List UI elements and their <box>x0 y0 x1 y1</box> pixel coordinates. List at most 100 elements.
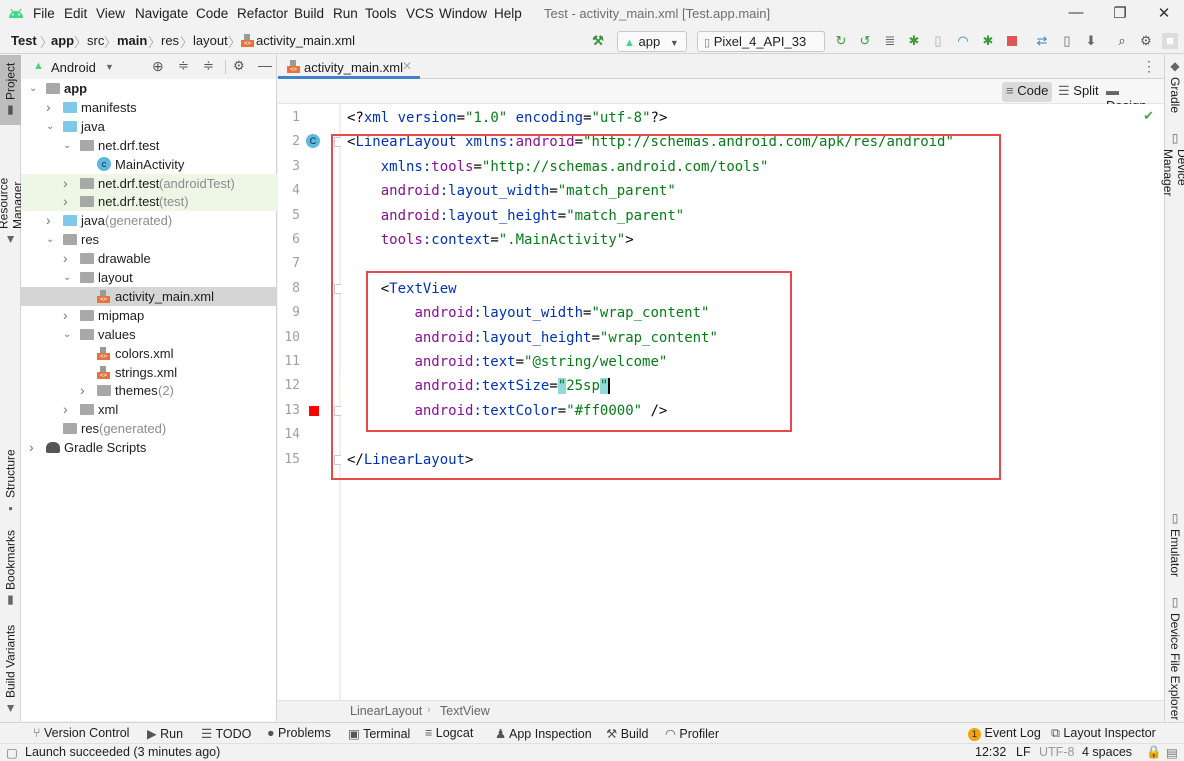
line-number[interactable]: 10 <box>278 326 300 350</box>
tw-event-log[interactable]: 1 Event Log <box>968 726 1041 741</box>
line-number[interactable]: 1 <box>278 106 300 130</box>
expand-all-icon[interactable]: ≑ <box>178 58 189 74</box>
project-view-select[interactable]: Android <box>51 60 96 75</box>
tw-problems[interactable]: ● Problems <box>267 726 331 740</box>
hammer-icon[interactable]: ⚒ <box>590 33 606 49</box>
minimize-button[interactable]: — <box>1066 4 1086 24</box>
lock-icon[interactable]: 🔒 <box>1146 745 1162 760</box>
tree-item[interactable]: › drawable <box>21 249 277 268</box>
chevron-down-icon[interactable]: ▼ <box>105 62 114 72</box>
tree-item[interactable]: › manifests <box>21 98 277 117</box>
tw-profiler[interactable]: ◠ Profiler <box>665 726 719 741</box>
tree-item[interactable]: colors.xml <box>21 344 277 363</box>
tree-item[interactable]: ⌄ net.drf.test <box>21 136 277 155</box>
chevron-down-icon[interactable]: ⌄ <box>63 325 73 344</box>
locate-icon[interactable]: ⊕ <box>152 58 164 75</box>
chevron-right-icon[interactable]: › <box>80 381 90 400</box>
line-number[interactable]: 5 <box>278 204 300 228</box>
tree-item[interactable]: c MainActivity <box>21 155 277 174</box>
tw-todo[interactable]: ☰ TODO <box>201 726 251 741</box>
tree-item[interactable]: › mipmap <box>21 306 277 325</box>
code-mode-button[interactable]: ≡ Code <box>1002 82 1053 102</box>
tab-build-variants[interactable]: ▲ Build Variants <box>0 620 21 720</box>
tw-terminal[interactable]: ▣ Terminal <box>348 726 410 741</box>
more-options-icon[interactable]: ⋮ <box>1142 58 1156 75</box>
breadcrumb-file[interactable]: activity_main.xml <box>256 33 355 48</box>
hide-panel-icon[interactable]: — <box>258 57 272 73</box>
tree-item[interactable]: activity_main.xml <box>21 286 277 306</box>
status-toggle-icon[interactable]: ▢ <box>6 745 18 760</box>
menu-file[interactable]: File <box>33 6 55 21</box>
gear-icon[interactable]: ⚙ <box>233 58 245 74</box>
line-number[interactable]: 15 <box>278 448 300 472</box>
indent-setting[interactable]: 4 spaces <box>1082 745 1132 759</box>
chevron-right-icon[interactable]: › <box>63 174 73 193</box>
tree-item[interactable]: › net.drf.test (androidTest) <box>21 173 277 193</box>
chevron-right-icon[interactable]: › <box>29 438 39 457</box>
menu-window[interactable]: Window <box>439 6 487 21</box>
tree-item[interactable]: ⌄ app <box>21 79 277 98</box>
line-number[interactable]: 6 <box>278 228 300 252</box>
line-number[interactable]: 7 <box>278 252 300 276</box>
chevron-right-icon[interactable]: › <box>63 192 73 211</box>
breadcrumb-linearlayout[interactable]: LinearLayout <box>350 704 422 718</box>
debug-attach-icon[interactable]: ✱ <box>980 33 996 49</box>
tab-bookmarks[interactable]: ▮ Bookmarks <box>0 530 21 608</box>
line-number[interactable]: 9 <box>278 301 300 325</box>
settings-icon[interactable]: ⚙ <box>1138 33 1154 49</box>
caret-position[interactable]: 12:32 <box>975 745 1006 759</box>
code-line[interactable]: <?xml version="1.0" encoding="utf-8"?> <box>347 106 667 130</box>
close-window-button[interactable]: ✕ <box>1154 4 1174 24</box>
chevron-right-icon[interactable]: › <box>63 249 73 268</box>
line-number[interactable]: 13 <box>278 399 300 423</box>
account-icon[interactable]: ■ <box>1162 33 1178 49</box>
breadcrumb-layout[interactable]: layout <box>193 33 228 48</box>
menu-view[interactable]: View <box>96 6 125 21</box>
tree-item[interactable]: strings.xml <box>21 363 277 382</box>
tab-resource-manager[interactable]: ▲ Resource Manager <box>0 127 25 247</box>
line-separator[interactable]: LF <box>1016 745 1031 759</box>
tree-item[interactable]: › net.drf.test (test) <box>21 192 277 212</box>
inspection-ok-icon[interactable]: ✔ <box>1143 108 1154 124</box>
menu-vcs[interactable]: VCS <box>406 6 434 21</box>
device-manager-icon[interactable]: ▯ <box>1059 33 1075 49</box>
profile-icon[interactable]: ◠ <box>955 33 971 49</box>
sync-gradle-icon[interactable]: ⇄ <box>1034 33 1050 49</box>
tw-run[interactable]: ▶ Run <box>147 726 183 741</box>
close-tab-icon[interactable]: ✕ <box>402 59 412 73</box>
tree-item[interactable]: ⌄ java <box>21 117 277 136</box>
tree-item[interactable]: › Gradle Scripts <box>21 438 277 457</box>
tab-gradle[interactable]: ◆ Gradle <box>1165 59 1184 117</box>
breadcrumb-project[interactable]: Test <box>11 33 37 48</box>
breadcrumb-res[interactable]: res <box>161 33 179 48</box>
line-number[interactable]: 2 <box>278 130 300 154</box>
chevron-down-icon[interactable]: ⌄ <box>46 117 56 136</box>
tree-item[interactable]: ⌄ values <box>21 325 277 344</box>
line-number[interactable]: 3 <box>278 155 300 179</box>
menu-build[interactable]: Build <box>294 6 324 21</box>
line-number[interactable]: 14 <box>278 423 300 447</box>
tree-item[interactable]: res (generated) <box>21 419 277 438</box>
notifications-icon[interactable]: ▤ <box>1166 745 1178 760</box>
chevron-down-icon[interactable]: ⌄ <box>63 136 73 155</box>
tab-device-manager[interactable]: ▯ Device Manager <box>1161 131 1184 236</box>
menu-code[interactable]: Code <box>196 6 228 21</box>
device-select[interactable]: ▯ Pixel_4_API_33 ▼ <box>697 31 825 63</box>
design-mode-button[interactable]: ▬ Design <box>1102 82 1164 113</box>
chevron-right-icon[interactable]: › <box>46 98 56 117</box>
run-config-select[interactable]: ▲ app ▼ <box>617 31 687 52</box>
tw-layout-inspector[interactable]: ⧉ Layout Inspector <box>1051 726 1156 741</box>
menu-navigate[interactable]: Navigate <box>135 6 188 21</box>
breadcrumb-textview[interactable]: TextView <box>440 704 490 718</box>
chevron-right-icon[interactable]: › <box>63 306 73 325</box>
file-encoding[interactable]: UTF-8 <box>1039 745 1074 759</box>
chevron-right-icon[interactable]: › <box>46 211 56 230</box>
color-swatch-icon[interactable] <box>309 405 319 416</box>
debug-icon[interactable]: ✱ <box>906 33 922 49</box>
maximize-button[interactable]: ❐ <box>1110 4 1130 24</box>
tw-build[interactable]: ⚒ Build <box>606 726 649 741</box>
tw-app-inspection[interactable]: ♟ App Inspection <box>495 726 592 741</box>
chevron-down-icon[interactable]: ⌄ <box>29 79 39 98</box>
chevron-right-icon[interactable]: › <box>63 400 73 419</box>
tab-emulator[interactable]: ▯ Emulator <box>1165 511 1184 577</box>
